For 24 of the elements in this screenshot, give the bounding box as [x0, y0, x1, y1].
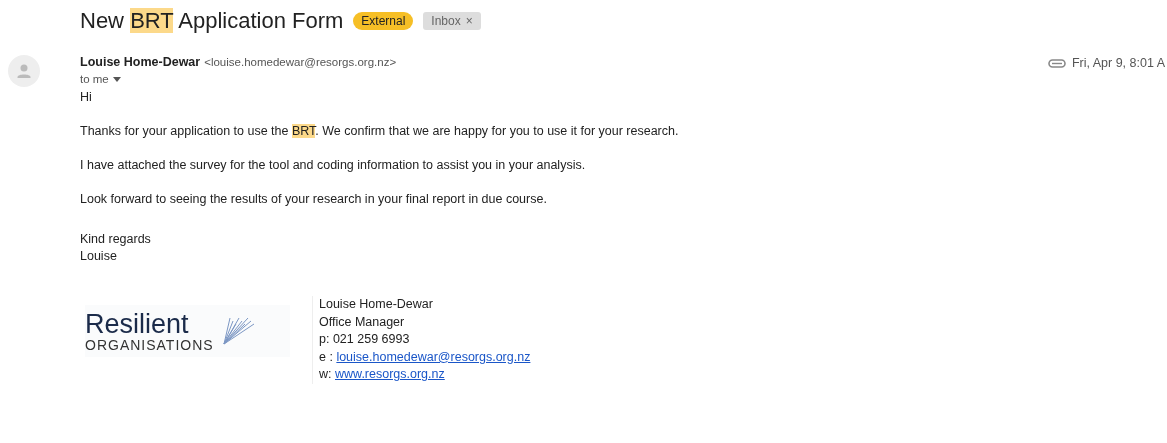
company-logo: Resilient ORGANISATIONS	[85, 305, 290, 357]
email-date: Fri, Apr 9, 8:01 A	[1071, 56, 1165, 70]
closing-text: Kind regards	[80, 231, 151, 248]
caret-icon	[112, 76, 121, 82]
label-tag[interactable]: Inbox ×	[423, 12, 481, 30]
paperclip-icon	[1047, 58, 1066, 68]
body-paragraph: I have attached the survey for the tool and coding information to assist you in your analysis.	[80, 158, 586, 172]
body-paragraph: Thanks for your application to use the BRT. We confirm that we are happy for you to use it for your research.	[80, 124, 679, 138]
sender-email: <louise.homedewar@resorgs.org.nz>	[204, 56, 397, 68]
email-subject: New BRT Application Form	[80, 8, 344, 34]
signature-line: w: www.resorgs.org.nz	[319, 366, 445, 383]
body-paragraph: Hi	[80, 90, 92, 104]
body-paragraph: Look forward to seeing the results of your research in your final report in due course.	[80, 192, 547, 206]
label-tag[interactable]: External	[353, 12, 414, 30]
closing-text: Louise	[80, 248, 117, 265]
signature-line: Louise Home-Dewar	[319, 296, 433, 313]
signature-line: p: 021 259 6993	[319, 331, 410, 348]
signature-line: Office Manager	[319, 313, 405, 331]
recipient-dropdown[interactable]: to me	[80, 73, 121, 85]
signature-line: e : louise.homedewar@resorgs.org.nz	[319, 348, 531, 366]
signature-link[interactable]: louise.homedewar@resorgs.org.nz	[336, 349, 531, 364]
signature-link[interactable]: www.resorgs.org.nz	[335, 367, 445, 381]
sender-name: Louise Home-Dewar	[80, 55, 201, 69]
avatar-icon	[8, 55, 40, 87]
